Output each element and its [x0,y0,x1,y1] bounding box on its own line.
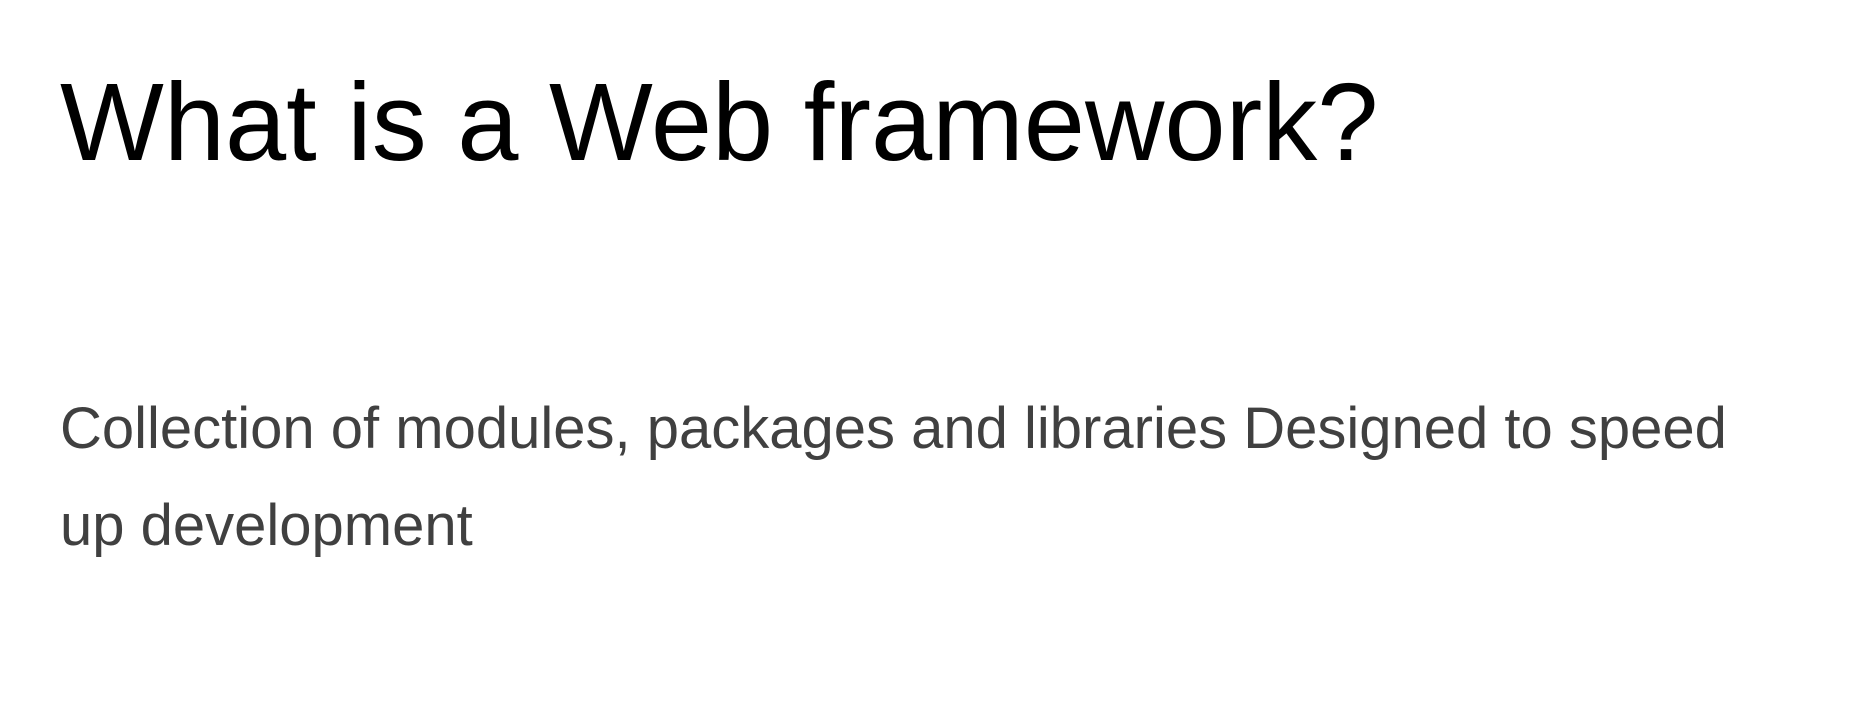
slide-body-text: Collection of modules, packages and libr… [60,396,1727,558]
slide-title: What is a Web framework? [60,61,1379,184]
slide: What is a Web framework? Collection of m… [0,0,1869,717]
